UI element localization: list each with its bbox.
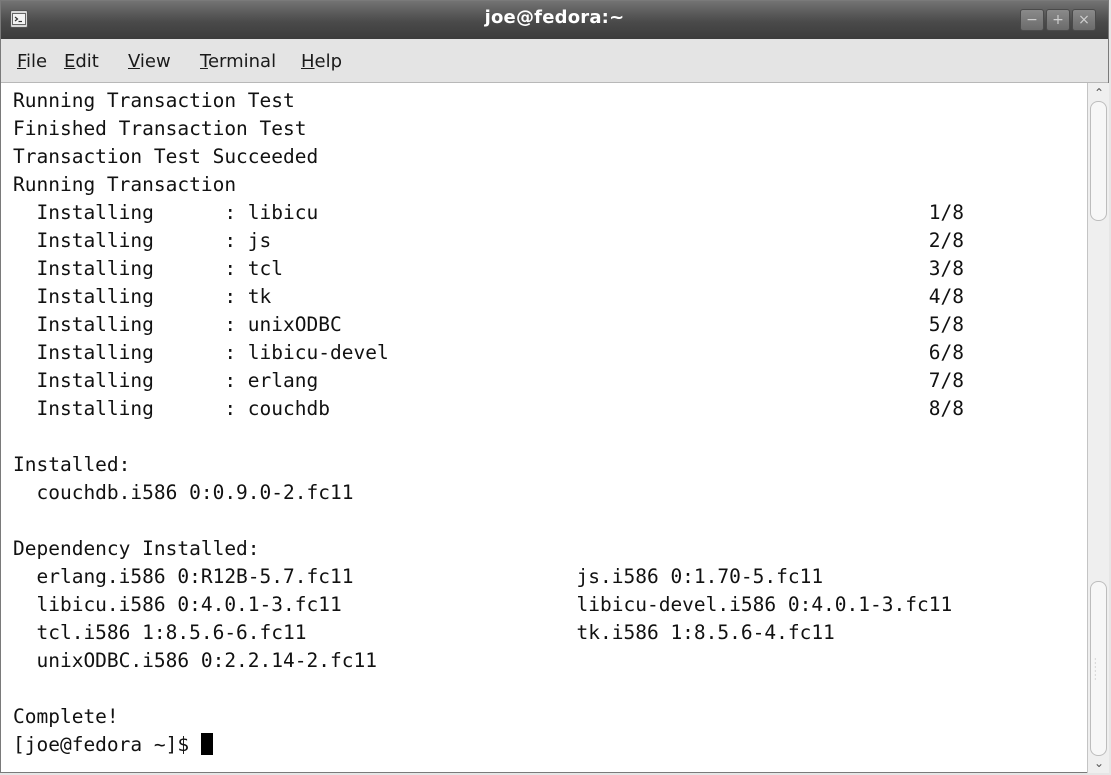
grip-icon: · · · · · · [1094, 655, 1097, 684]
terminal-line: Transaction Test Succeeded [13, 145, 319, 168]
arrow-up-icon[interactable]: ⌃ [1092, 86, 1106, 100]
window-title: joe@fedora:~ [484, 7, 625, 28]
arrow-down-icon[interactable]: ⌄ [1092, 756, 1106, 770]
menu-help[interactable]: Help [301, 51, 342, 72]
terminal-window: joe@fedora:~ − + × File Edit View Termin… [0, 0, 1109, 773]
terminal-line: Installing : tcl 3/8 [13, 257, 964, 280]
terminal-line: couchdb.i586 0:0.9.0-2.fc11 [13, 481, 354, 504]
terminal-output[interactable]: Running Transaction Test Finished Transa… [1, 83, 1087, 772]
menu-file-label: ile [26, 51, 48, 72]
minimize-button[interactable]: − [1020, 9, 1044, 31]
terminal-line: Installing : libicu-devel 6/8 [13, 341, 964, 364]
menu-bar: File Edit View Terminal Help [1, 39, 1108, 83]
menu-file-mnemonic: F [17, 51, 27, 72]
terminal-line: Installing : erlang 7/8 [13, 369, 964, 392]
terminal-line: unixODBC.i586 0:2.2.14-2.fc11 [13, 649, 377, 672]
terminal-line: Installing : tk 4/8 [13, 285, 964, 308]
menu-help-label: elp [314, 51, 343, 72]
scrollbar-trough-top [1090, 101, 1107, 221]
menu-edit[interactable]: Edit [64, 51, 99, 72]
terminal-line: Installing : couchdb 8/8 [13, 397, 964, 420]
terminal-line: Running Transaction [13, 173, 237, 196]
maximize-button[interactable]: + [1046, 9, 1070, 31]
title-bar[interactable]: joe@fedora:~ − + × [1, 1, 1108, 40]
text-cursor [200, 733, 213, 755]
menu-terminal[interactable]: Terminal [200, 51, 276, 72]
menu-view[interactable]: View [128, 51, 171, 72]
menu-terminal-label: erminal [207, 51, 277, 72]
menu-view-mnemonic: V [128, 51, 140, 72]
terminal-line: tcl.i586 1:8.5.6-6.fc11 tk.i586 1:8.5.6-… [13, 621, 835, 644]
menu-view-label: iew [139, 51, 171, 72]
terminal-line: Installing : unixODBC 5/8 [13, 313, 964, 336]
menu-edit-mnemonic: E [64, 51, 76, 72]
prompt-line[interactable]: [joe@fedora ~]$ [13, 731, 213, 759]
shell-prompt: [joe@fedora ~]$ [13, 733, 201, 756]
terminal-line: Installed: [13, 453, 131, 476]
menu-file[interactable]: File [17, 51, 47, 72]
menu-edit-label: dit [75, 51, 99, 72]
menu-help-mnemonic: H [301, 51, 315, 72]
terminal-line: erlang.i586 0:R12B-5.7.fc11 js.i586 0:1.… [13, 565, 824, 588]
terminal-line: Installing : js 2/8 [13, 229, 964, 252]
close-button[interactable]: × [1072, 9, 1096, 31]
terminal-line: libicu.i586 0:4.0.1-3.fc11 libicu-devel.… [13, 593, 953, 616]
terminal-line: Running Transaction Test [13, 89, 295, 112]
terminal-line: Installing : libicu 1/8 [13, 201, 964, 224]
menu-terminal-mnemonic: T [200, 51, 208, 72]
terminal-line: Finished Transaction Test [13, 117, 307, 140]
terminal-line: Complete! [13, 705, 119, 728]
terminal-line: Dependency Installed: [13, 537, 260, 560]
vertical-scrollbar[interactable]: ⌃ · · · · · · ⌄ [1087, 83, 1109, 773]
